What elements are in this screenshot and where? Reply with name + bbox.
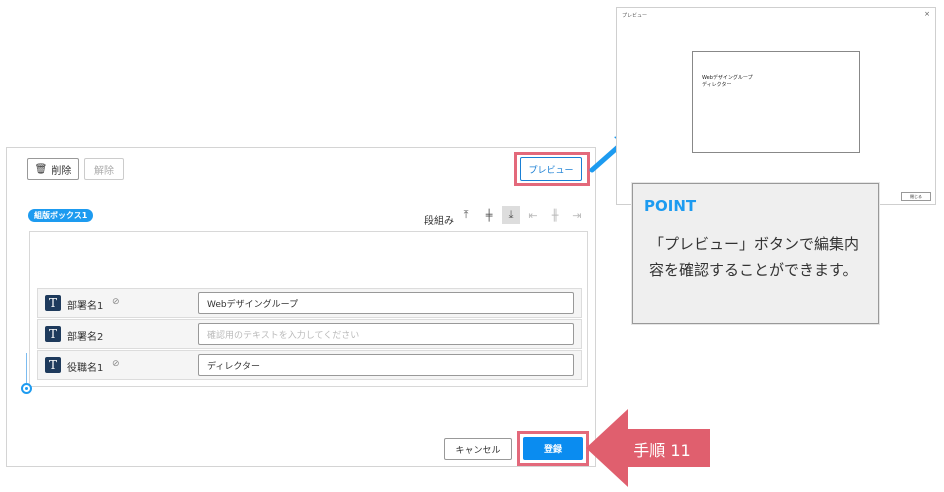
- preview-line-2: ディレクター: [702, 82, 732, 88]
- trash-icon: 🗑: [34, 163, 48, 175]
- field-row: T 部署名2 確認用のテキストを入力してください: [37, 319, 582, 349]
- align-top-icon[interactable]: ⤒: [457, 206, 475, 224]
- field-label: 部署名1: [67, 301, 104, 312]
- step-tag: 手順 11: [586, 409, 710, 487]
- register-button[interactable]: 登録: [523, 437, 583, 460]
- text-type-icon: T: [45, 357, 61, 373]
- resize-handle[interactable]: [21, 383, 32, 394]
- preview-line-1: Webデザイングループ: [702, 75, 753, 81]
- align-right-icon[interactable]: ⇥: [568, 206, 586, 224]
- field-label: 役職名1: [67, 363, 104, 374]
- text-type-icon: T: [45, 295, 61, 311]
- delete-button[interactable]: 🗑 削除: [27, 158, 79, 180]
- step-label: 手順 11: [633, 441, 691, 460]
- field-label: 部署名2: [67, 332, 104, 343]
- preview-card: Webデザイングループ ディレクター: [692, 51, 860, 153]
- field-row: T 部署名1 ⊘ Webデザイングループ: [37, 288, 582, 318]
- text-type-icon: T: [45, 326, 61, 342]
- link-icon: ⊘: [112, 297, 120, 307]
- text-input[interactable]: 確認用のテキストを入力してください: [198, 323, 574, 345]
- preview-close-button[interactable]: 閉じる: [901, 192, 931, 201]
- resize-guide-line: [26, 353, 27, 385]
- delete-button-label: 削除: [51, 165, 72, 177]
- preview-button[interactable]: プレビュー: [520, 157, 582, 181]
- align-middle-icon[interactable]: ╪: [480, 206, 498, 224]
- point-text: 「プレビュー」ボタンで編集内容を確認することができます。: [649, 235, 860, 279]
- field-row: T 役職名1 ⊘ ディレクター: [37, 350, 582, 380]
- link-icon: ⊘: [112, 359, 120, 369]
- text-input[interactable]: Webデザイングループ: [198, 292, 574, 314]
- cancel-button[interactable]: キャンセル: [444, 438, 512, 460]
- text-input[interactable]: ディレクター: [198, 354, 574, 376]
- column-layout-label: 段組み: [424, 216, 454, 227]
- group-box-tag: 組版ボックス1: [28, 209, 94, 222]
- edit-dialog: 🗑 削除 解除 プレビュー 組版ボックス1 段組み ⤒ ╪ ⤓ ⇤ ╫ ⇥ T …: [6, 147, 596, 467]
- point-heading: POINT: [644, 197, 697, 215]
- group-box: T 部署名1 ⊘ Webデザイングループ T 部署名2 確認用のテキストを入力し…: [29, 231, 588, 387]
- preview-window: プレビュー × Webデザイングループ ディレクター 閉じる: [616, 7, 936, 205]
- point-note: POINT 「プレビュー」ボタンで編集内容を確認することができます。: [632, 183, 879, 324]
- align-left-icon[interactable]: ⇤: [524, 206, 542, 224]
- release-button[interactable]: 解除: [84, 158, 124, 180]
- close-icon[interactable]: ×: [924, 10, 930, 18]
- align-bottom-icon[interactable]: ⤓: [502, 206, 520, 224]
- preview-title: プレビュー: [622, 13, 648, 19]
- align-center-icon[interactable]: ╫: [546, 206, 564, 224]
